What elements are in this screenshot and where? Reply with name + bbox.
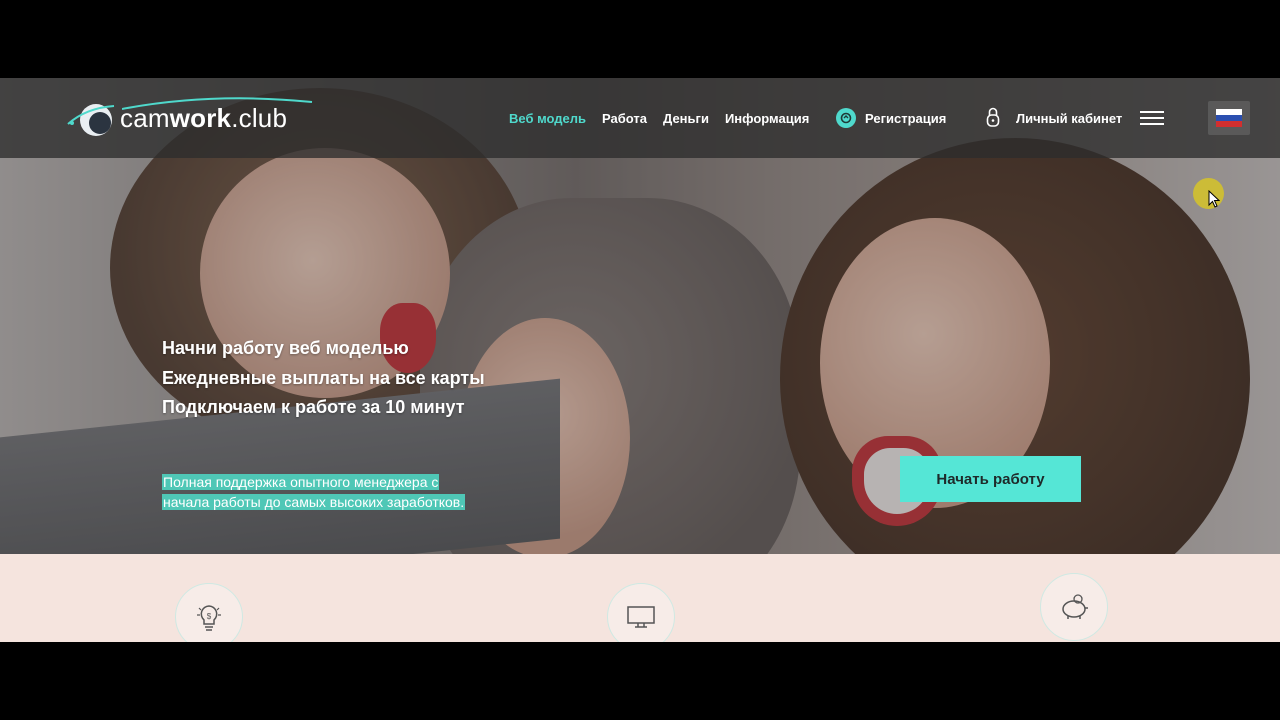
hero-subtext-line: начала работы до самых высоких заработко… — [162, 494, 466, 510]
nav-item-money[interactable]: Деньги — [663, 111, 709, 126]
start-work-button[interactable]: Начать работу — [900, 456, 1081, 502]
logo-globe-icon — [66, 98, 116, 138]
piggy-bank-icon — [1040, 573, 1108, 641]
svg-text:$: $ — [207, 612, 212, 621]
hero-line: Подключаем к работе за 10 минут — [162, 397, 465, 417]
nav-item-web-model[interactable]: Веб модель — [509, 111, 586, 126]
monitor-icon — [607, 583, 675, 642]
flag-russia-icon — [1216, 109, 1242, 127]
hero-headline: Начни работу веб моделью Ежедневные выпл… — [162, 334, 485, 423]
lock-icon — [986, 106, 1000, 131]
language-switcher[interactable] — [1208, 101, 1250, 135]
main-nav: Веб модель Работа Деньги Информация — [509, 78, 809, 158]
register-link[interactable]: Регистрация — [836, 105, 946, 131]
lightbulb-dollar-icon: $ — [175, 583, 243, 642]
hero-line: Начни работу веб моделью — [162, 338, 409, 358]
logo-swoosh-icon — [122, 97, 313, 110]
register-icon — [836, 108, 856, 128]
hero-line: Ежедневные выплаты на все карты — [162, 367, 485, 388]
nav-item-work[interactable]: Работа — [602, 111, 647, 126]
hero-subtext: Полная поддержка опытного менеджера с на… — [162, 472, 502, 512]
menu-burger-icon[interactable] — [1140, 107, 1164, 129]
cabinet-label: Личный кабинет — [1016, 110, 1123, 126]
cabinet-link[interactable]: Личный кабинет — [986, 105, 1122, 131]
register-label: Регистрация — [865, 110, 947, 126]
browser-viewport: camwork.club Веб модель Работа Деньги Ин… — [0, 78, 1280, 642]
site-header: camwork.club Веб модель Работа Деньги Ин… — [0, 78, 1280, 158]
mouse-cursor-icon — [1208, 190, 1220, 208]
nav-item-info[interactable]: Информация — [725, 111, 809, 126]
hero-subtext-line: Полная поддержка опытного менеджера с — [162, 474, 440, 490]
features-band: $ — [0, 554, 1280, 642]
site-logo[interactable]: camwork.club — [66, 96, 313, 140]
